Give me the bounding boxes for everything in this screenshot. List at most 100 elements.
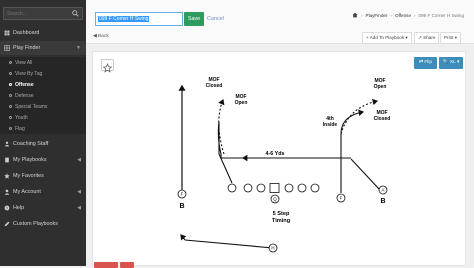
dashboard-icon <box>4 30 10 36</box>
sidebar-subitem-flag[interactable]: Flag <box>0 123 86 134</box>
chevron-left-icon: ◀ <box>77 157 81 163</box>
player-label: A <box>382 188 385 193</box>
lineman <box>227 183 237 193</box>
sidebar-subitem-defense[interactable]: Defense <box>0 90 86 101</box>
player-label: H <box>271 246 274 251</box>
sidebar-item-coaching-staff[interactable]: Coaching Staff <box>0 137 86 151</box>
mof-closed-right-label: MOF Closed <box>374 110 391 122</box>
home-icon[interactable] <box>352 12 358 18</box>
b-label-left: B <box>179 203 184 210</box>
sidebar-item-label: Help <box>13 205 25 211</box>
header-bar: 099 F Corner H Swing Save Cancel › PlayF… <box>86 0 474 44</box>
route-horizontal-cross <box>217 98 351 184</box>
route-a-dropback <box>350 158 381 191</box>
save-button[interactable]: Save <box>184 12 204 26</box>
sidebar-subitem-offense[interactable]: Offense <box>0 79 86 90</box>
lineman <box>243 183 253 193</box>
play-diagram-card: ⇄ Flip 🔍 XL ▾ F B Q 4-6 Yds MOF Closed M… <box>92 51 466 266</box>
b-label-right: B <box>380 198 385 205</box>
sidebar-subitem-view-by-tag[interactable]: View By Tag <box>0 68 86 79</box>
sidebar-subitem-label: View All <box>15 59 33 66</box>
plus-icon: + <box>366 35 369 40</box>
sidebar-item-help[interactable]: ? Help ◀ <box>0 201 86 215</box>
add-to-playbook-button[interactable]: + Add To Playbook ▾ <box>362 32 412 44</box>
play-name-input[interactable]: 099 F Corner H Swing <box>95 12 183 26</box>
sidebar-item-my-playbooks[interactable]: My Playbooks ◀ <box>0 153 86 167</box>
sidebar-item-label: Coaching Staff <box>13 141 49 147</box>
route-h-swing <box>180 234 274 249</box>
search-input[interactable] <box>4 8 70 19</box>
sidebar-item-my-favorites[interactable]: My Favorites <box>0 169 86 183</box>
route-right-f <box>340 98 379 193</box>
sidebar-subitem-label: Offense <box>15 81 34 88</box>
sidebar-item-my-account[interactable]: My Account ◀ <box>0 185 86 199</box>
mof-closed-left-label: MOF Closed <box>206 77 223 89</box>
breadcrumb-item-playfinder[interactable]: PlayFinder <box>366 13 388 18</box>
lineman <box>256 183 266 193</box>
circle-icon <box>9 116 12 119</box>
mof-open-right-label: MOF Open <box>374 78 387 90</box>
circle-icon <box>9 105 12 108</box>
sidebar: Dashboard Play Finder ▼ View All View By… <box>0 0 86 266</box>
search-icon[interactable] <box>72 10 79 17</box>
step-label: 5 Step Timing <box>272 211 291 224</box>
breadcrumb-separator: › <box>414 12 416 18</box>
sidebar-subitem-label: Youth <box>15 114 28 121</box>
caret-down-icon: ▾ <box>454 35 458 40</box>
mof-open-left-label: MOF Open <box>235 94 248 106</box>
grid-icon <box>4 45 10 51</box>
circle-icon <box>9 127 12 130</box>
circle-icon <box>9 61 12 64</box>
search-box[interactable] <box>3 7 83 20</box>
breadcrumb-item-offense[interactable]: Offense <box>395 13 411 18</box>
label-line: Closed <box>374 116 391 122</box>
sidebar-subitem-label: Defense <box>15 92 34 99</box>
sidebar-subitem-special-teams[interactable]: Special Teams <box>0 101 86 112</box>
label-line: 5 Step <box>273 211 290 217</box>
label-line: Inside <box>323 122 338 128</box>
play-name-value: 099 F Corner H Swing <box>98 16 150 22</box>
delete-button[interactable] <box>94 262 118 268</box>
sidebar-item-label: Play Finder <box>13 45 41 51</box>
sidebar-item-custom-playbooks[interactable]: Custom Playbooks <box>0 217 86 231</box>
lineman <box>284 183 294 193</box>
sidebar-item-label: My Favorites <box>13 173 44 179</box>
sidebar-item-label: My Account <box>13 189 41 195</box>
remove-button[interactable] <box>120 262 134 268</box>
share-button[interactable]: ↗ Share <box>414 32 440 44</box>
svg-text:?: ? <box>6 206 8 210</box>
center-square <box>269 183 280 193</box>
sidebar-item-play-finder[interactable]: Play Finder ▼ <box>0 41 86 55</box>
label-line: Timing <box>272 218 291 224</box>
book-icon <box>5 157 9 163</box>
back-link[interactable]: ◀ Back <box>93 34 109 39</box>
cancel-link[interactable]: Cancel <box>207 12 224 26</box>
breadcrumb-separator: › <box>360 12 363 18</box>
add-to-playbook-label: Add To Playbook <box>369 35 405 40</box>
player-label: Q <box>273 197 277 202</box>
staff-icon <box>4 141 10 147</box>
star-icon <box>4 173 10 179</box>
label-line: Closed <box>206 83 223 89</box>
edit-icon <box>4 221 10 227</box>
lineman <box>297 183 307 193</box>
help-icon: ? <box>4 205 10 211</box>
sidebar-subitem-view-all[interactable]: View All <box>0 57 86 68</box>
print-button[interactable]: Print ▾ <box>440 32 462 44</box>
circle-icon <box>9 72 12 75</box>
sidebar-item-label: Custom Playbooks <box>13 221 58 227</box>
share-icon: ↗ <box>418 35 422 40</box>
print-label: Print <box>444 35 454 40</box>
breadcrumb-item-current: 099 F Corner H Swing <box>418 12 464 18</box>
sidebar-subitem-label: Special Teams <box>15 103 48 110</box>
user-icon <box>4 189 10 195</box>
play-diagram: F B Q 4-6 Yds MOF Closed MOF Open F MOF … <box>177 77 391 253</box>
back-label: Back <box>98 34 109 39</box>
sidebar-subitem-youth[interactable]: Youth <box>0 112 86 123</box>
sidebar-item-dashboard[interactable]: Dashboard <box>0 26 86 40</box>
back-arrow-icon: ◀ <box>93 34 97 39</box>
player-label: F <box>181 192 184 197</box>
breadcrumb-separator: › <box>390 12 392 18</box>
label-line: Open <box>374 84 387 90</box>
lineman <box>310 183 320 193</box>
